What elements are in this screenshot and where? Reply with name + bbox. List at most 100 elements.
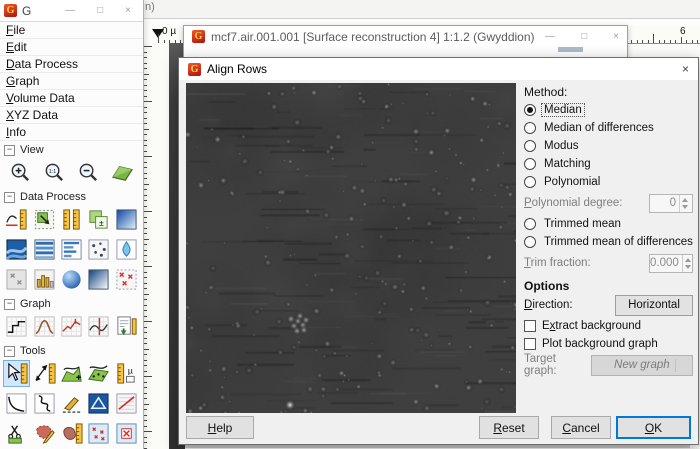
collapse-icon[interactable]: − [4,145,15,156]
radio-median[interactable]: Median [524,101,693,119]
radio-modus[interactable]: Modus [524,137,693,155]
menu-item-volume-data[interactable]: Volume Data [0,90,143,107]
menu-item-file[interactable]: File [0,22,143,39]
data-window-titlebar[interactable]: G mcf7.air.001.001 [Surface reconstructi… [184,26,627,47]
pointer-measure-icon[interactable] [3,360,30,387]
trim-fraction-value: 0.000 [650,255,682,272]
zoom-in-icon[interactable] [7,159,34,186]
dialog-title: Align Rows [207,62,267,76]
radio-trimmed-mean-of-differences[interactable]: Trimmed mean of differences [524,233,693,251]
ruler-tick [642,40,643,44]
spinner-arrows-icon [679,195,692,212]
help-button[interactable]: Help [186,416,254,439]
close-icon[interactable]: × [613,31,619,42]
section-header-tools[interactable]: −Tools [0,342,143,358]
trim-fraction-row: Trim fraction: 0.000 [524,251,693,275]
menu-item-graph[interactable]: Graph [0,73,143,90]
graph-curve-icon[interactable] [3,390,30,417]
graph-level-icon[interactable] [3,313,30,340]
align-rows-icon[interactable] [31,236,58,263]
statistics-icon[interactable] [31,266,58,293]
maximize-icon[interactable]: □ [581,31,587,42]
collapse-icon[interactable]: − [4,192,15,203]
zoom-out-icon[interactable] [75,159,102,186]
facet-icon[interactable] [85,390,112,417]
close-icon[interactable]: × [125,5,131,16]
rotate-icon[interactable] [3,236,30,263]
grain-measure-icon[interactable] [58,420,85,447]
section-header-graph[interactable]: −Graph [0,295,143,311]
line-correct-icon[interactable] [113,390,140,417]
level-three-icon[interactable] [85,360,112,387]
profile-icon[interactable] [58,360,85,387]
line-level-icon[interactable] [58,236,85,263]
menu-item-data-process[interactable]: Data Process [0,56,143,73]
remove-spots-icon[interactable] [113,236,140,263]
crop-icon[interactable] [31,206,58,233]
dialog-titlebar[interactable]: G Align Rows × [179,58,698,80]
sphere-revolve-icon[interactable] [58,266,85,293]
ruler-tick [675,40,676,44]
data-window: G mcf7.air.001.001 [Surface reconstructi… [183,25,628,61]
method-label: Method: [524,85,693,101]
target-graph-label: Target graph: [524,353,591,377]
collapse-icon[interactable]: − [4,299,15,310]
graph-export-icon[interactable] [113,313,140,340]
view-3d-icon[interactable] [109,159,136,186]
mask-editor-icon[interactable] [31,420,58,447]
toolbox-title: G [22,4,31,18]
ruler-tick [681,37,682,43]
radio-trimmed-mean[interactable]: Trimmed mean [524,215,693,233]
close-icon[interactable]: × [682,62,689,76]
radio-median-of-differences[interactable]: Median of differences [524,119,693,137]
toolbox-sections: −View1:1−Data Process±−Graph−Toolsµµ [0,141,143,449]
radio-polynomial[interactable]: Polynomial [524,173,693,191]
stat-quantities-icon[interactable]: µ [113,360,140,387]
section-header-data-process[interactable]: −Data Process [0,188,143,204]
checkbox-plot-background-graph[interactable]: Plot background graph [524,335,693,353]
radio-label: Matching [542,158,593,170]
path-level-icon[interactable] [58,390,85,417]
menu-item-xyz-data[interactable]: XYZ Data [0,107,143,124]
ok-button[interactable]: OK [616,416,691,439]
cancel-button[interactable]: Cancel [551,416,611,439]
direction-button[interactable]: Horizontal [615,295,693,316]
grain-remove-icon[interactable] [85,420,112,447]
toolbox-titlebar[interactable]: G G — □ × [0,0,143,22]
distance-icon[interactable] [31,360,58,387]
graph-fit-icon[interactable] [31,313,58,340]
maximize-icon[interactable]: □ [97,5,103,16]
background-window-title-fragment: n) [145,1,155,13]
ruler-tick [143,156,152,157]
collapse-icon[interactable]: − [4,346,15,357]
spline-icon[interactable] [31,390,58,417]
shade-icon[interactable] [85,266,112,293]
fix-zero-icon[interactable] [3,206,30,233]
reset-button[interactable]: Reset [479,416,539,439]
radio-label: Median [542,104,584,116]
checkbox-icon [524,320,536,332]
graph-cut-icon[interactable] [85,313,112,340]
checkbox-extract-background[interactable]: Extract background [524,317,693,335]
menu-item-edit[interactable]: Edit [0,39,143,56]
toolbox-window: G G — □ × FileEditData ProcessGraphVolum… [0,0,144,449]
graph-fd-icon[interactable] [58,313,85,340]
section-header-view[interactable]: −View [0,141,143,157]
mask-filter-icon[interactable] [113,420,140,447]
grains-mark-icon[interactable] [85,236,112,263]
ruler-tick [143,101,152,102]
mask-remove-icon[interactable] [113,266,140,293]
ruler-tick [664,40,665,44]
menu-item-info[interactable]: Info [0,124,143,141]
crop-tool-icon[interactable] [3,420,30,447]
gradient-icon[interactable] [113,206,140,233]
checkbox-icon [524,338,536,350]
minimize-icon[interactable]: — [545,31,555,42]
calibrate-icon[interactable] [58,206,85,233]
radio-matching[interactable]: Matching [524,155,693,173]
minimize-icon[interactable]: — [65,5,75,16]
zoom-1-1-icon[interactable]: 1:1 [41,159,68,186]
arithmetic-icon[interactable]: ± [85,206,112,233]
scars-icon[interactable] [3,266,30,293]
ruler-tick [659,40,660,44]
